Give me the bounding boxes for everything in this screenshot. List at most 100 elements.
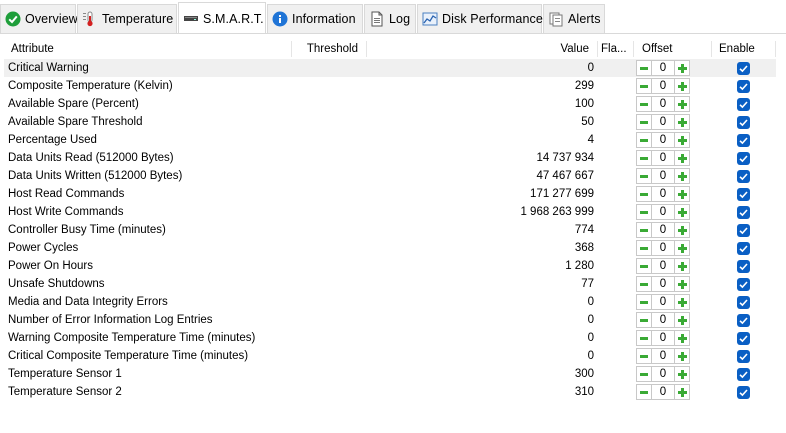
table-row[interactable]: Data Units Written (512000 Bytes) 47 467 … bbox=[4, 167, 776, 185]
increment-button[interactable] bbox=[674, 168, 690, 184]
table-row[interactable]: Warning Composite Temperature Time (minu… bbox=[4, 329, 776, 347]
table-row[interactable]: Percentage Used 4 0 bbox=[4, 131, 776, 149]
increment-button[interactable] bbox=[674, 186, 690, 202]
offset-value[interactable]: 0 bbox=[652, 96, 674, 112]
decrement-button[interactable] bbox=[636, 276, 652, 292]
tab-disk-performance[interactable]: Disk Performance bbox=[417, 4, 543, 33]
decrement-button[interactable] bbox=[636, 114, 652, 130]
table-row[interactable]: Temperature Sensor 1 300 0 bbox=[4, 365, 776, 383]
increment-button[interactable] bbox=[674, 348, 690, 364]
increment-button[interactable] bbox=[674, 294, 690, 310]
decrement-button[interactable] bbox=[636, 312, 652, 328]
table-row[interactable]: Host Read Commands 171 277 699 0 bbox=[4, 185, 776, 203]
increment-button[interactable] bbox=[674, 330, 690, 346]
table-row[interactable]: Data Units Read (512000 Bytes) 14 737 934… bbox=[4, 149, 776, 167]
decrement-button[interactable] bbox=[636, 150, 652, 166]
increment-button[interactable] bbox=[674, 222, 690, 238]
table-row[interactable]: Power Cycles 368 0 bbox=[4, 239, 776, 257]
column-divider[interactable] bbox=[775, 41, 776, 57]
enable-checkbox[interactable] bbox=[737, 206, 750, 219]
enable-checkbox[interactable] bbox=[737, 368, 750, 381]
enable-checkbox[interactable] bbox=[737, 332, 750, 345]
enable-checkbox[interactable] bbox=[737, 386, 750, 399]
decrement-button[interactable] bbox=[636, 366, 652, 382]
enable-checkbox[interactable] bbox=[737, 170, 750, 183]
increment-button[interactable] bbox=[674, 132, 690, 148]
column-divider[interactable] bbox=[711, 41, 712, 57]
enable-checkbox[interactable] bbox=[737, 260, 750, 273]
increment-button[interactable] bbox=[674, 240, 690, 256]
column-divider[interactable] bbox=[597, 41, 598, 57]
offset-value[interactable]: 0 bbox=[652, 150, 674, 166]
enable-checkbox[interactable] bbox=[737, 242, 750, 255]
offset-value[interactable]: 0 bbox=[652, 312, 674, 328]
increment-button[interactable] bbox=[674, 204, 690, 220]
column-header-enable[interactable]: Enable bbox=[719, 40, 769, 58]
decrement-button[interactable] bbox=[636, 132, 652, 148]
decrement-button[interactable] bbox=[636, 60, 652, 76]
enable-checkbox[interactable] bbox=[737, 188, 750, 201]
tab-information[interactable]: Information bbox=[267, 4, 363, 33]
table-row[interactable]: Available Spare (Percent) 100 0 bbox=[4, 95, 776, 113]
table-row[interactable]: Unsafe Shutdowns 77 0 bbox=[4, 275, 776, 293]
enable-checkbox[interactable] bbox=[737, 134, 750, 147]
tab-alerts[interactable]: Alerts bbox=[543, 4, 605, 33]
decrement-button[interactable] bbox=[636, 168, 652, 184]
offset-value[interactable]: 0 bbox=[652, 384, 674, 400]
offset-value[interactable]: 0 bbox=[652, 294, 674, 310]
decrement-button[interactable] bbox=[636, 204, 652, 220]
column-header-flags[interactable]: Fla... bbox=[601, 40, 631, 58]
table-row[interactable]: Critical Composite Temperature Time (min… bbox=[4, 347, 776, 365]
offset-value[interactable]: 0 bbox=[652, 258, 674, 274]
table-row[interactable]: Host Write Commands 1 968 263 999 0 bbox=[4, 203, 776, 221]
table-row[interactable]: Power On Hours 1 280 0 bbox=[4, 257, 776, 275]
increment-button[interactable] bbox=[674, 366, 690, 382]
decrement-button[interactable] bbox=[636, 186, 652, 202]
offset-value[interactable]: 0 bbox=[652, 114, 674, 130]
offset-value[interactable]: 0 bbox=[652, 222, 674, 238]
decrement-button[interactable] bbox=[636, 294, 652, 310]
column-header-threshold[interactable]: Threshold bbox=[292, 40, 358, 58]
offset-value[interactable]: 0 bbox=[652, 348, 674, 364]
offset-value[interactable]: 0 bbox=[652, 168, 674, 184]
tab-temperature[interactable]: Temperature bbox=[77, 4, 177, 33]
column-header-attribute[interactable]: Attribute bbox=[11, 40, 291, 58]
decrement-button[interactable] bbox=[636, 258, 652, 274]
decrement-button[interactable] bbox=[636, 348, 652, 364]
enable-checkbox[interactable] bbox=[737, 152, 750, 165]
decrement-button[interactable] bbox=[636, 222, 652, 238]
table-row[interactable]: Number of Error Information Log Entries 0… bbox=[4, 311, 776, 329]
table-row[interactable]: Composite Temperature (Kelvin) 299 0 bbox=[4, 77, 776, 95]
enable-checkbox[interactable] bbox=[737, 224, 750, 237]
offset-value[interactable]: 0 bbox=[652, 78, 674, 94]
offset-value[interactable]: 0 bbox=[652, 366, 674, 382]
enable-checkbox[interactable] bbox=[737, 98, 750, 111]
enable-checkbox[interactable] bbox=[737, 314, 750, 327]
table-row[interactable]: Available Spare Threshold 50 0 bbox=[4, 113, 776, 131]
offset-value[interactable]: 0 bbox=[652, 132, 674, 148]
increment-button[interactable] bbox=[674, 78, 690, 94]
tab-smart[interactable]: S.M.A.R.T. bbox=[178, 2, 266, 34]
increment-button[interactable] bbox=[674, 384, 690, 400]
offset-value[interactable]: 0 bbox=[652, 204, 674, 220]
column-header-offset[interactable]: Offset bbox=[642, 40, 692, 58]
decrement-button[interactable] bbox=[636, 96, 652, 112]
increment-button[interactable] bbox=[674, 312, 690, 328]
increment-button[interactable] bbox=[674, 276, 690, 292]
increment-button[interactable] bbox=[674, 96, 690, 112]
offset-value[interactable]: 0 bbox=[652, 240, 674, 256]
table-row[interactable]: Media and Data Integrity Errors 0 0 bbox=[4, 293, 776, 311]
increment-button[interactable] bbox=[674, 150, 690, 166]
enable-checkbox[interactable] bbox=[737, 80, 750, 93]
enable-checkbox[interactable] bbox=[737, 296, 750, 309]
table-row[interactable]: Temperature Sensor 2 310 0 bbox=[4, 383, 776, 401]
column-header-value[interactable]: Value bbox=[367, 40, 589, 58]
decrement-button[interactable] bbox=[636, 384, 652, 400]
offset-value[interactable]: 0 bbox=[652, 330, 674, 346]
enable-checkbox[interactable] bbox=[737, 116, 750, 129]
increment-button[interactable] bbox=[674, 60, 690, 76]
enable-checkbox[interactable] bbox=[737, 278, 750, 291]
tab-log[interactable]: Log bbox=[364, 4, 416, 33]
decrement-button[interactable] bbox=[636, 78, 652, 94]
offset-value[interactable]: 0 bbox=[652, 276, 674, 292]
